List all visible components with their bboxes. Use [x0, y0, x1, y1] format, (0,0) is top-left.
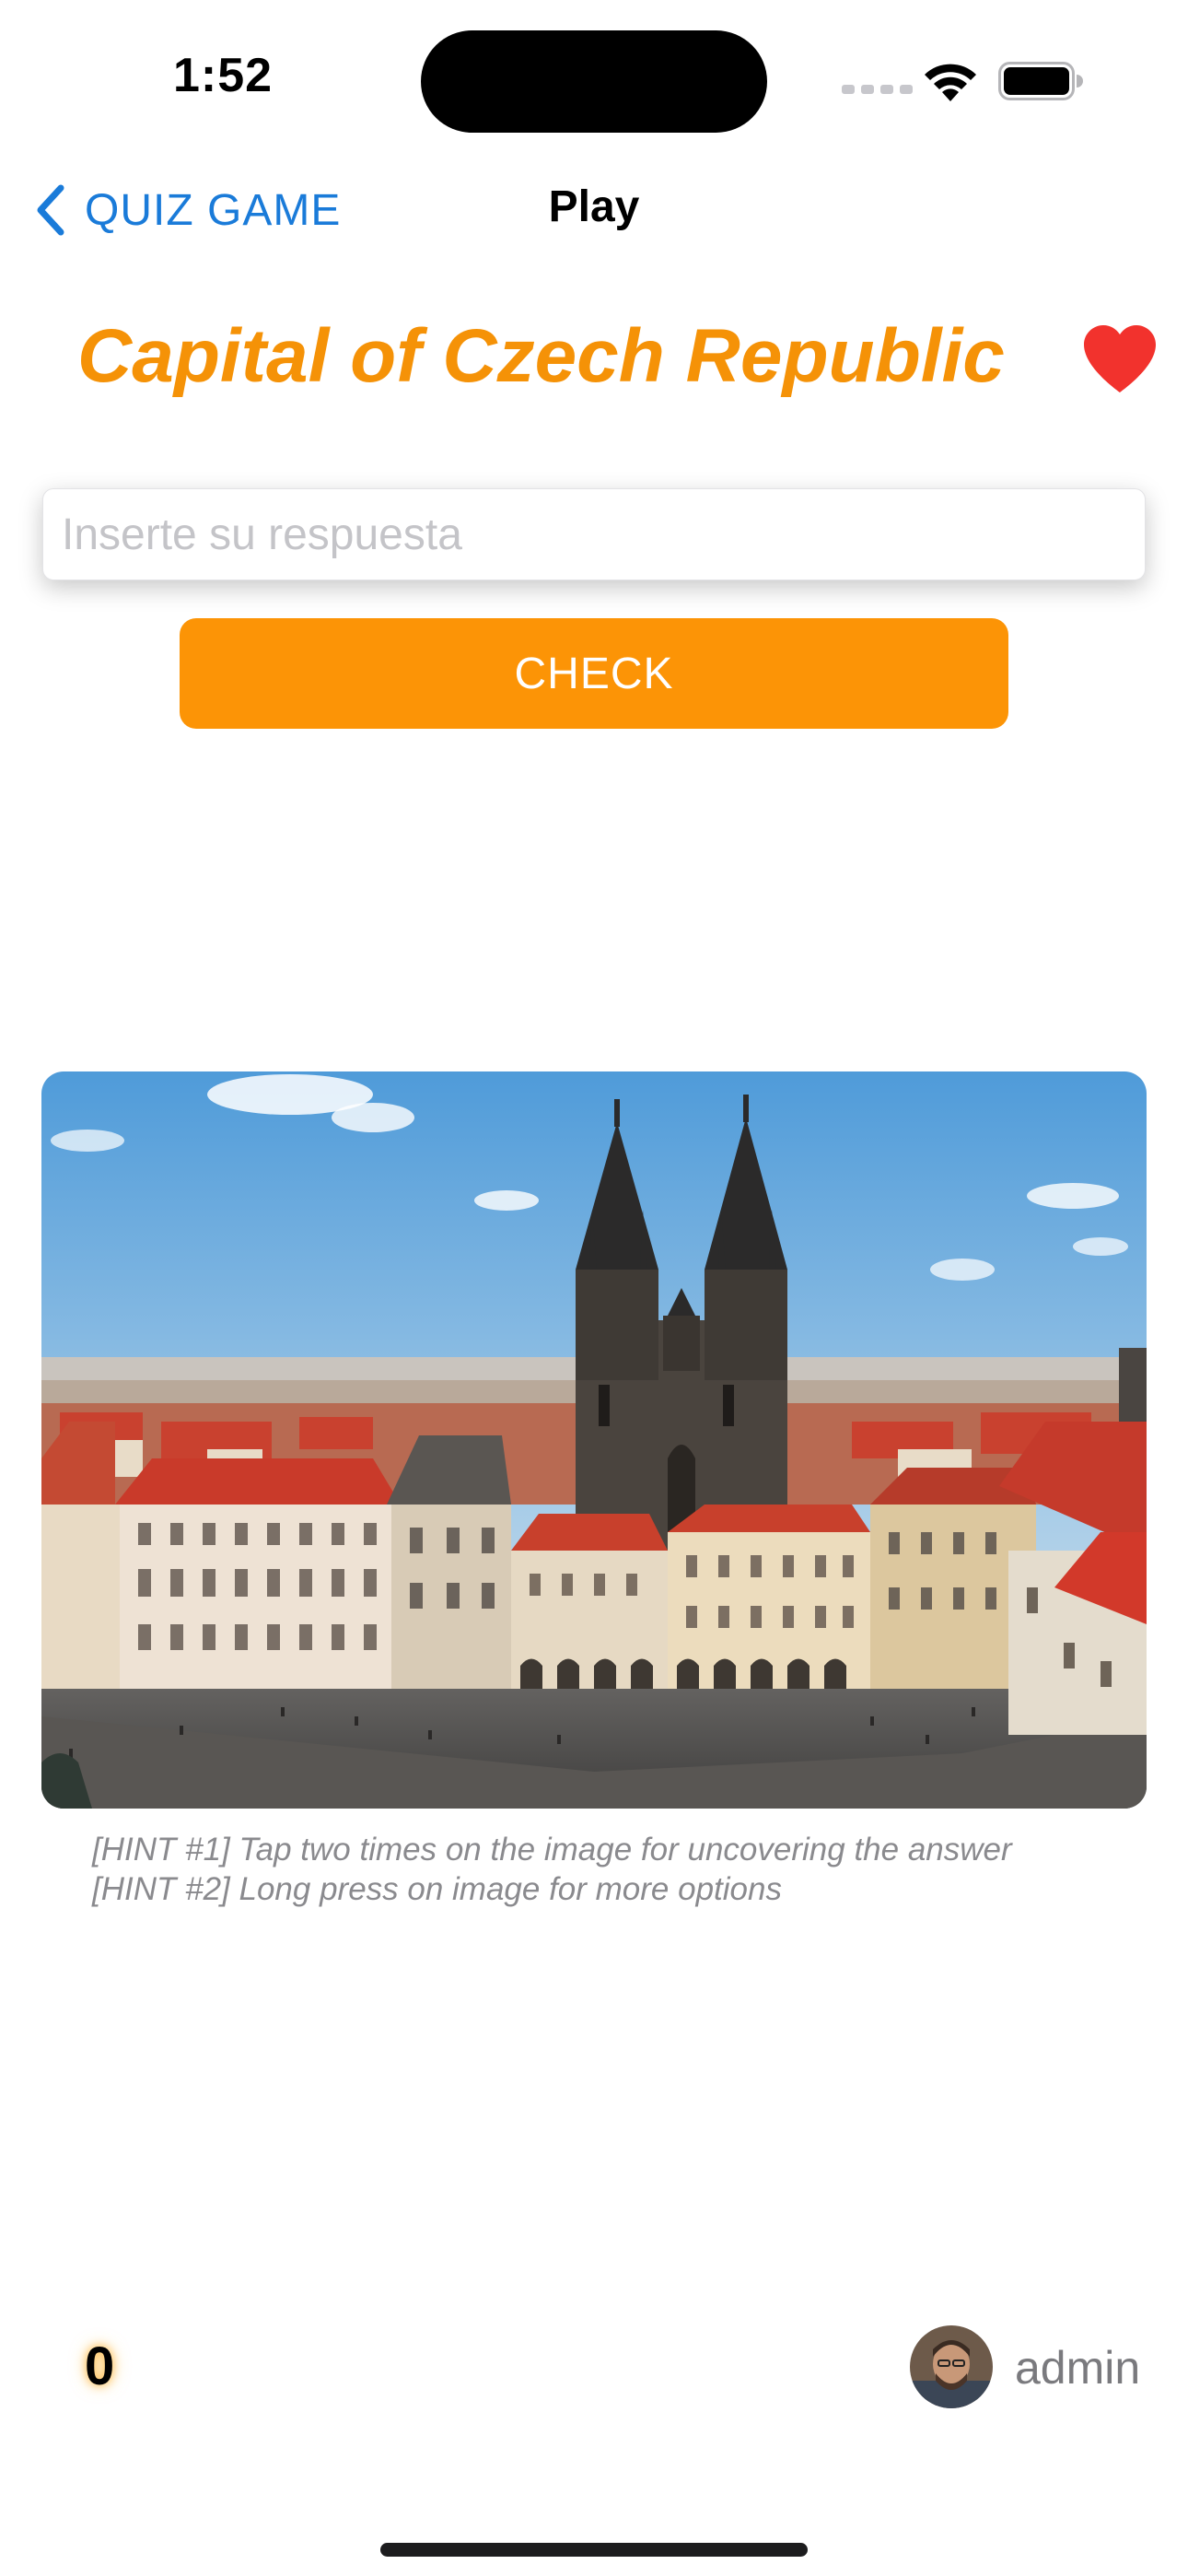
dynamic-island — [421, 30, 767, 133]
hints-text: [HINT #1] Tap two times on the image for… — [92, 1830, 1012, 1909]
heart-icon[interactable] — [1082, 324, 1158, 394]
hint-2: [HINT #2] Long press on image for more o… — [92, 1871, 782, 1907]
username[interactable]: admin — [1015, 2341, 1140, 2395]
avatar[interactable] — [910, 2325, 993, 2408]
home-indicator[interactable] — [380, 2543, 808, 2557]
page-title: Play — [548, 182, 640, 231]
wifi-icon — [925, 64, 976, 101]
prague-city-photo — [41, 1071, 1147, 1809]
check-button[interactable]: CHECK — [180, 618, 1008, 729]
question-title: Capital of Czech Republic — [77, 314, 1005, 398]
signal-icon — [842, 85, 913, 94]
question-image[interactable] — [41, 1071, 1147, 1809]
hint-1: [HINT #1] Tap two times on the image for… — [92, 1832, 1012, 1868]
play-screen: 1:52 QUIZ GAME Play Capital of Czech Rep… — [0, 0, 1188, 2576]
score-value: 0 — [85, 2336, 115, 2396]
status-time: 1:52 — [173, 49, 274, 102]
user-avatar-photo — [910, 2325, 993, 2408]
answer-input[interactable] — [42, 488, 1146, 580]
battery-icon — [998, 62, 1083, 100]
